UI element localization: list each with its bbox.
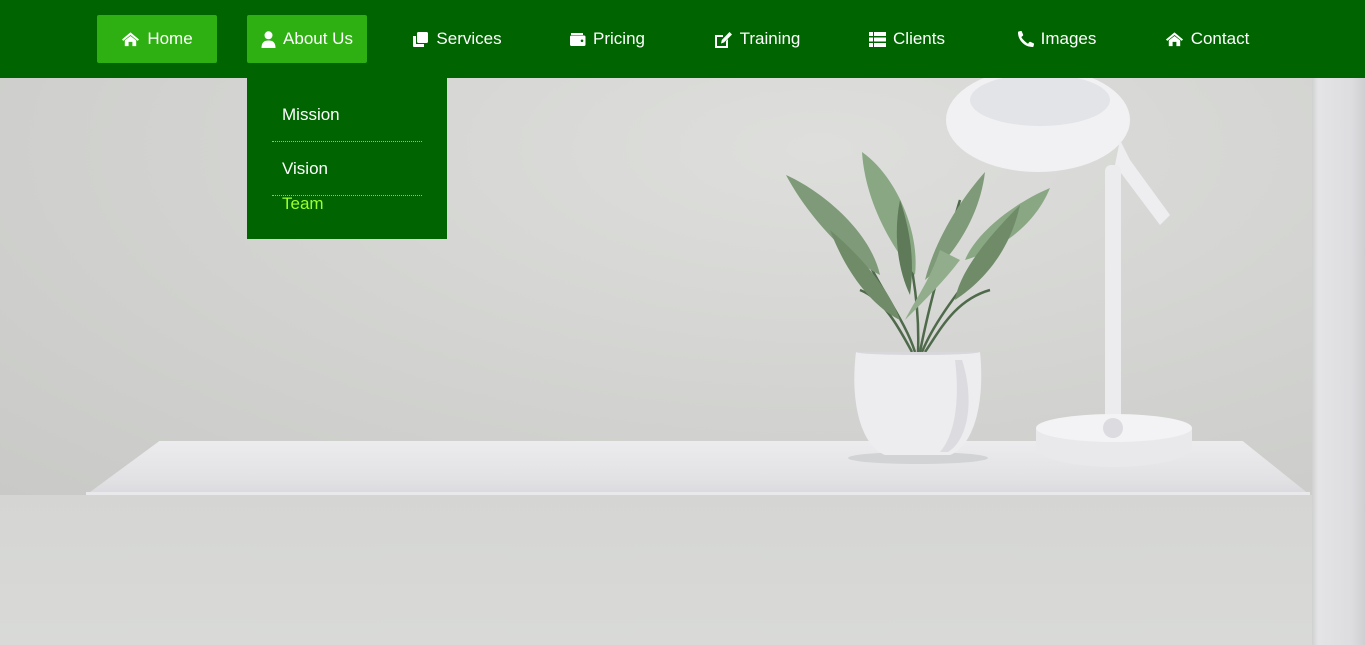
dropdown-item-label: Mission	[282, 104, 340, 124]
phone-icon	[1017, 31, 1034, 47]
dropdown-item-label: Team	[282, 194, 324, 213]
home-icon	[122, 32, 140, 47]
user-icon	[261, 30, 276, 48]
nav-item-contact[interactable]: Contact	[1150, 15, 1264, 63]
copy-icon	[413, 31, 429, 47]
nav-item-images[interactable]: Images	[1005, 15, 1109, 63]
nav-item-label: Clients	[893, 29, 945, 48]
nav-item-label: Contact	[1190, 29, 1250, 48]
nav-item-services[interactable]: Services	[400, 15, 514, 63]
dropdown-item-team[interactable]: Team	[272, 177, 422, 231]
about-us-dropdown: Mission Vision Team	[247, 78, 447, 239]
nav-item-label: About Us	[283, 29, 353, 48]
main-navbar: Home About Us Services Pricing Training	[0, 0, 1365, 78]
nav-item-training[interactable]: Training	[700, 15, 814, 63]
nav-item-label: Services	[436, 29, 502, 48]
nav-item-clients[interactable]: Clients	[856, 15, 958, 63]
nav-item-label: Pricing	[593, 29, 645, 48]
home-icon	[1165, 32, 1183, 47]
dropdown-item-mission[interactable]: Mission	[272, 88, 422, 142]
plant-illustration	[786, 68, 1192, 467]
nav-item-label: Images	[1040, 29, 1097, 48]
dropdown-item-label: Vision	[282, 158, 328, 178]
nav-item-label: Home	[147, 29, 193, 48]
list-icon	[869, 31, 887, 47]
hero-background	[0, 0, 1365, 645]
edit-icon	[714, 31, 732, 48]
nav-item-pricing[interactable]: Pricing	[556, 15, 658, 63]
nav-item-home[interactable]: Home	[97, 15, 217, 63]
nav-item-label: Training	[739, 29, 801, 48]
wallet-icon	[570, 32, 586, 46]
nav-item-about-us[interactable]: About Us	[247, 15, 367, 63]
